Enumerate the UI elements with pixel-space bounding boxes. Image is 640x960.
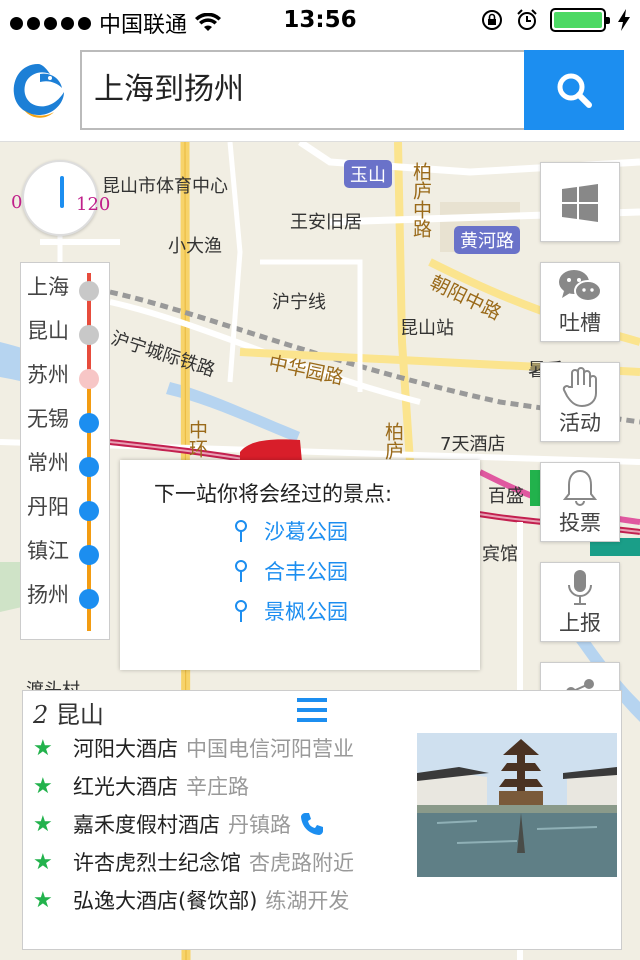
microphone-icon bbox=[568, 570, 592, 605]
map-label: 中环 bbox=[186, 420, 208, 458]
map-label: 沪宁线 bbox=[272, 292, 326, 313]
wechat-icon bbox=[559, 270, 602, 302]
phone-icon[interactable] bbox=[299, 811, 325, 837]
location-pin-icon bbox=[235, 520, 247, 542]
map-label: 7天酒店 bbox=[440, 434, 506, 455]
share-icon bbox=[566, 679, 594, 691]
activity-button[interactable]: 活动 bbox=[540, 362, 620, 442]
windows-button[interactable] bbox=[540, 162, 620, 242]
search-header: 上海到扬州 bbox=[0, 40, 640, 142]
spot-label: 合丰公园 bbox=[264, 560, 348, 584]
complain-button-label: 吐槽 bbox=[559, 311, 601, 335]
station-dot-upcoming bbox=[79, 545, 99, 565]
charging-icon bbox=[618, 9, 630, 31]
report-button[interactable]: 上报 bbox=[540, 562, 620, 642]
station-label[interactable]: 苏州 bbox=[27, 359, 69, 389]
location-pin-icon bbox=[235, 560, 247, 582]
hotel-address: 杏虎路附近 bbox=[249, 851, 354, 875]
station-label[interactable]: 昆山 bbox=[27, 315, 69, 345]
hotel-name: 红光大酒店 bbox=[73, 775, 178, 799]
search-input[interactable]: 上海到扬州 bbox=[80, 50, 526, 130]
station-photo[interactable] bbox=[417, 733, 617, 877]
station-dot-upcoming bbox=[79, 589, 99, 609]
hotel-address: 辛庄路 bbox=[186, 775, 249, 799]
gauge-min-label: 0 bbox=[11, 192, 23, 213]
station-number: 2 bbox=[33, 701, 49, 729]
station-label[interactable]: 镇江 bbox=[27, 535, 69, 565]
station-label[interactable]: 扬州 bbox=[27, 579, 69, 609]
gauge-needle bbox=[60, 176, 64, 208]
map-label: 昆山站 bbox=[400, 318, 454, 339]
map-road-label: 柏庐中路 bbox=[410, 162, 432, 238]
vote-button-label: 投票 bbox=[559, 511, 601, 535]
hotel-item[interactable]: ★ 许杏虎烈士纪念馆 杏虎路附近 bbox=[33, 847, 354, 877]
map-badge: 玉山 bbox=[344, 160, 392, 188]
menu-icon[interactable] bbox=[297, 697, 327, 723]
station-label[interactable]: 无锡 bbox=[27, 403, 69, 433]
map-badge: 黄河路 bbox=[454, 226, 520, 254]
complain-button[interactable]: 吐槽 bbox=[540, 262, 620, 342]
hotel-address: 中国电信河阳营业 bbox=[186, 737, 354, 761]
hotel-item[interactable]: ★ 红光大酒店 辛庄路 bbox=[33, 771, 249, 801]
star-icon: ★ bbox=[33, 735, 53, 761]
activity-button-label: 活动 bbox=[559, 411, 601, 435]
star-icon: ★ bbox=[33, 887, 53, 913]
map-label: 昆山市体育中心 bbox=[102, 176, 228, 197]
station-info-panel: 2 昆山 ★ 河阳大酒店 中国电信河阳营业 ★ 红光大酒店 辛庄路 ★ 嘉禾度假… bbox=[22, 690, 622, 950]
station-dot-passed bbox=[79, 281, 99, 301]
spot-item[interactable]: 合丰公园 bbox=[232, 556, 348, 586]
panel-station-title: 2 昆山 bbox=[33, 695, 104, 730]
next-station-spots-popup: 下一站你将会经过的景点: 沙葛公园 合丰公园 景枫公园 bbox=[120, 460, 480, 670]
dolphin-logo-icon bbox=[13, 64, 65, 118]
search-icon bbox=[557, 73, 592, 108]
hotel-name: 嘉禾度假村酒店 bbox=[73, 813, 220, 837]
hand-icon bbox=[562, 367, 597, 407]
alarm-icon bbox=[517, 9, 537, 30]
hotel-item[interactable]: ★ 嘉禾度假村酒店 丹镇路 bbox=[33, 809, 325, 839]
station-label[interactable]: 上海 bbox=[27, 271, 69, 301]
station-label[interactable]: 常州 bbox=[27, 447, 69, 477]
hotel-item[interactable]: ★ 弘逸大酒店(餐饮部) 练湖开发 bbox=[33, 885, 349, 915]
map-label: 小大渔 bbox=[168, 236, 222, 257]
map-label: 百盛 bbox=[488, 486, 524, 507]
vote-button[interactable]: 投票 bbox=[540, 462, 620, 542]
map-road-label: 柏庐 bbox=[382, 422, 404, 460]
hotel-name: 弘逸大酒店(餐饮部) bbox=[73, 889, 258, 913]
gauge-max-label: 120 bbox=[76, 194, 111, 215]
report-button-label: 上报 bbox=[559, 611, 601, 635]
station-dot-current bbox=[79, 369, 99, 389]
spot-label: 沙葛公园 bbox=[264, 520, 348, 544]
spot-label: 景枫公园 bbox=[264, 600, 348, 624]
popup-title: 下一站你将会经过的景点: bbox=[154, 482, 393, 506]
search-button[interactable] bbox=[524, 50, 624, 130]
star-icon: ★ bbox=[33, 773, 53, 799]
map-label: 宾馆 bbox=[482, 544, 518, 565]
station-dot-passed bbox=[79, 325, 99, 345]
share-button[interactable] bbox=[540, 662, 620, 692]
hotel-name: 河阳大酒店 bbox=[73, 737, 178, 761]
status-bar: 中国联通 13:56 bbox=[0, 0, 640, 40]
windows-icon bbox=[562, 184, 598, 222]
spot-item[interactable]: 景枫公园 bbox=[232, 596, 348, 626]
battery-icon bbox=[550, 8, 610, 32]
star-icon: ★ bbox=[33, 849, 53, 875]
station-dot-upcoming bbox=[79, 413, 99, 433]
station-label[interactable]: 丹阳 bbox=[27, 491, 69, 521]
station-name: 昆山 bbox=[55, 701, 104, 729]
hotel-address: 丹镇路 bbox=[228, 813, 291, 837]
spot-item[interactable]: 沙葛公园 bbox=[232, 516, 348, 546]
hotel-item[interactable]: ★ 河阳大酒店 中国电信河阳营业 bbox=[33, 733, 354, 763]
hotel-name: 许杏虎烈士纪念馆 bbox=[73, 851, 241, 875]
bell-icon bbox=[562, 469, 598, 506]
location-pin-icon bbox=[235, 600, 247, 622]
rotation-lock-icon bbox=[482, 10, 502, 30]
hotel-address: 练湖开发 bbox=[265, 889, 350, 913]
map-label: 王安旧居 bbox=[290, 212, 362, 233]
station-dot-upcoming bbox=[79, 501, 99, 521]
station-list: 上海 昆山 苏州 无锡 常州 丹阳 镇江 扬州 bbox=[20, 262, 110, 640]
station-dot-upcoming bbox=[79, 457, 99, 477]
status-right bbox=[480, 8, 630, 32]
star-icon: ★ bbox=[33, 811, 53, 837]
